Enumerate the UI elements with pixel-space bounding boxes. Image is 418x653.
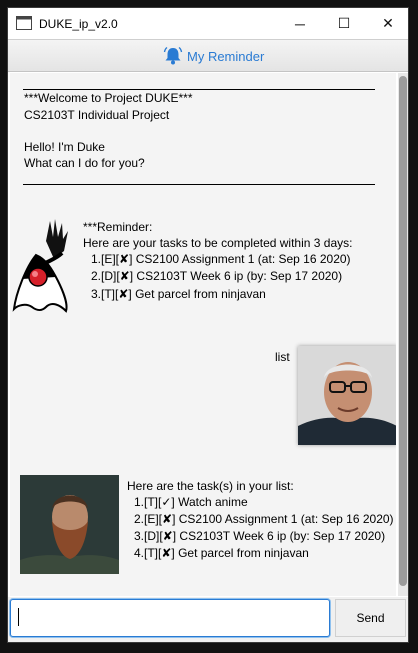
welcome-line: What can I do for you? [24, 156, 145, 170]
dialog-container[interactable]: ***Welcome to Project DUKE*** CS2103T In… [10, 73, 396, 596]
reminder-task-item: 3.[T][✘] Get parcel from ninjavan [91, 287, 266, 301]
vertical-scrollbar[interactable] [398, 73, 408, 596]
reminder-header: ***Reminder: [83, 220, 153, 234]
reminder-intro: Here are your tasks to be completed with… [83, 236, 353, 250]
welcome-line: Hello! I'm Duke [24, 140, 105, 154]
list-task-item: 3.[D][✘] CS2103T Week 6 ip (by: Sep 17 2… [134, 529, 386, 543]
bell-icon [163, 46, 183, 65]
app-window-icon [16, 16, 32, 30]
input-row: Send [8, 597, 408, 642]
reminder-task-item: 2.[D][✘] CS2103T Week 6 ip (by: Sep 17 2… [91, 269, 343, 283]
duke-mascot-avatar [12, 219, 68, 313]
welcome-line: CS2103T Individual Project [24, 108, 170, 122]
app-window: DUKE_ip_v2.0 ─ ☐ ✕ My Reminder ***Welcom… [7, 7, 409, 643]
title-bar[interactable]: DUKE_ip_v2.0 ─ ☐ ✕ [8, 8, 408, 39]
duke-avatar [20, 475, 119, 574]
list-task-item: 1.[T][✓] Watch anime [134, 495, 248, 509]
user-avatar [298, 346, 396, 445]
message-input[interactable] [10, 599, 330, 637]
window-title: DUKE_ip_v2.0 [39, 17, 118, 31]
scrollbar-thumb[interactable] [399, 76, 407, 586]
send-button[interactable]: Send [335, 599, 406, 637]
text-cursor [18, 608, 19, 626]
user-message-text: list [275, 350, 290, 364]
list-task-item: 4.[T][✘] Get parcel from ninjavan [134, 546, 309, 560]
close-button[interactable]: ✕ [366, 8, 408, 39]
welcome-line: ***Welcome to Project DUKE*** [24, 91, 193, 105]
minimize-button[interactable]: ─ [278, 8, 322, 39]
reminder-task-item: 1.[E][✘] CS2100 Assignment 1 (at: Sep 16… [91, 252, 351, 266]
my-reminder-label: My Reminder [187, 49, 265, 64]
maximize-button[interactable]: ☐ [322, 8, 366, 39]
list-task-item: 2.[E][✘] CS2100 Assignment 1 (at: Sep 16… [134, 512, 394, 526]
list-intro: Here are the task(s) in your list: [127, 479, 294, 493]
separator-line [23, 184, 375, 185]
my-reminder-button[interactable]: My Reminder [8, 39, 408, 72]
